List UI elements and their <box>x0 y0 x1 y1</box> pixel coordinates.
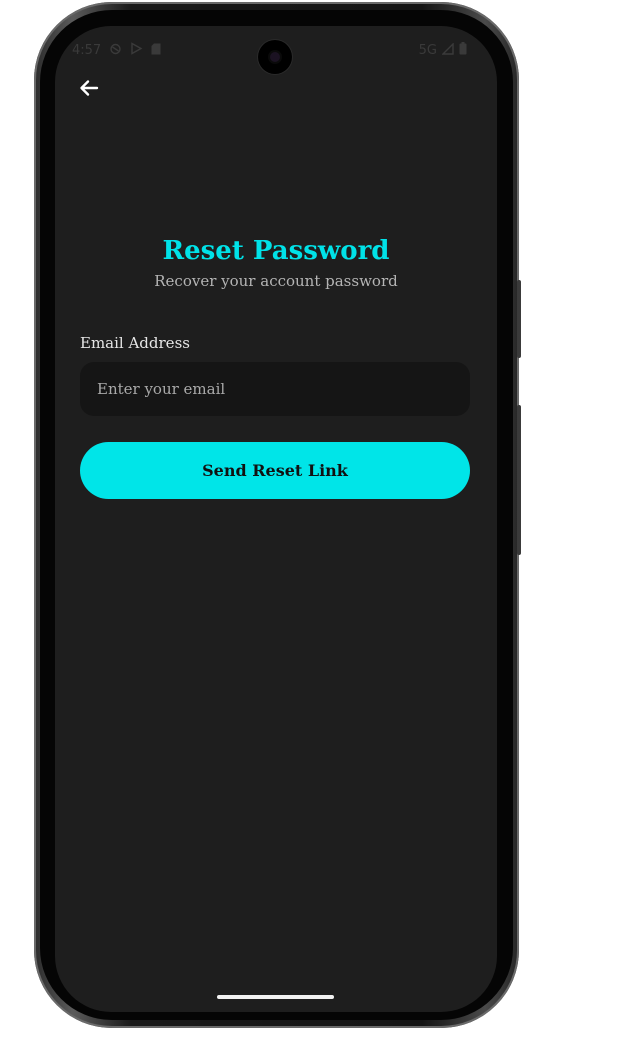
status-left: 4:57 <box>72 42 161 58</box>
app-screen: 4:57 5G Reset Password Recover your acco… <box>55 26 497 1012</box>
volume-button <box>517 405 521 555</box>
page-title: Reset Password <box>162 236 390 266</box>
email-label: Email Address <box>80 334 190 352</box>
alarm-icon <box>109 42 122 58</box>
page-subtitle: Recover your account password <box>154 272 398 290</box>
signal-icon <box>441 41 454 58</box>
status-time: 4:57 <box>72 42 102 58</box>
power-button <box>517 280 521 358</box>
battery-icon <box>459 42 467 58</box>
play-store-icon <box>130 42 143 58</box>
status-network: 5G <box>418 42 437 58</box>
back-button[interactable] <box>75 74 103 102</box>
front-camera <box>258 40 292 74</box>
status-right: 5G <box>418 41 467 58</box>
arrow-left-icon <box>80 80 99 96</box>
send-reset-link-button[interactable]: Send Reset Link <box>80 442 470 499</box>
home-indicator[interactable] <box>217 995 334 999</box>
email-field[interactable] <box>80 362 470 416</box>
sd-card-icon <box>151 43 161 58</box>
